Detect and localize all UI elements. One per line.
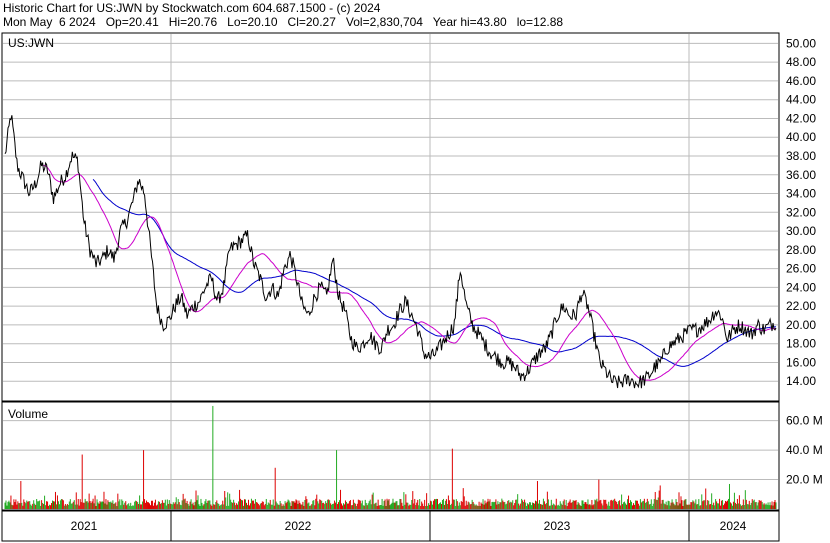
price-tick-label: 22.00 — [786, 299, 816, 313]
price-tick-label: 46.00 — [786, 74, 816, 88]
price-tick-label: 40.00 — [786, 130, 816, 144]
price-tick-label: 28.00 — [786, 243, 816, 257]
volume-y-axis: 60.0 M 40.0 M 20.0 M — [786, 414, 823, 487]
price-tick-label: 36.00 — [786, 168, 816, 182]
price-tick-label: 32.00 — [786, 205, 816, 219]
year-label: 2024 — [720, 519, 747, 533]
time-axis-frame — [1, 510, 780, 542]
year-label: 2023 — [544, 519, 571, 533]
price-tick-label: 48.00 — [786, 55, 816, 69]
price-tick-label: 42.00 — [786, 111, 816, 125]
price-tick-label: 26.00 — [786, 262, 816, 276]
volume-tick-label: 40.0 M — [786, 443, 823, 457]
price-tick-label: 50.00 — [786, 36, 816, 50]
price-tick-label: 38.00 — [786, 149, 816, 163]
price-tick-label: 14.00 — [786, 374, 816, 388]
price-panel-frame — [1, 32, 780, 402]
price-tick-label: 34.00 — [786, 187, 816, 201]
price-tick-label: 20.00 — [786, 318, 816, 332]
stock-chart: 50.00 48.00 46.00 44.00 42.00 40.00 38.00 36.00… — [1, 32, 823, 542]
symbol-label: US:JWN — [8, 36, 54, 50]
volume-panel-frame — [1, 401, 780, 511]
price-tick-label: 18.00 — [786, 337, 816, 351]
year-label: 2021 — [71, 519, 98, 533]
volume-tick-label: 20.0 M — [786, 473, 823, 487]
price-tick-label: 24.00 — [786, 280, 816, 294]
price-y-axis: 50.00 48.00 46.00 44.00 42.00 40.00 38.00 36.00… — [786, 36, 816, 388]
volume-label: Volume — [8, 407, 48, 421]
price-tick-label: 30.00 — [786, 224, 816, 238]
volume-tick-label: 60.0 M — [786, 414, 823, 428]
year-label: 2022 — [285, 519, 312, 533]
price-tick-label: 16.00 — [786, 355, 816, 369]
price-tick-label: 44.00 — [786, 93, 816, 107]
